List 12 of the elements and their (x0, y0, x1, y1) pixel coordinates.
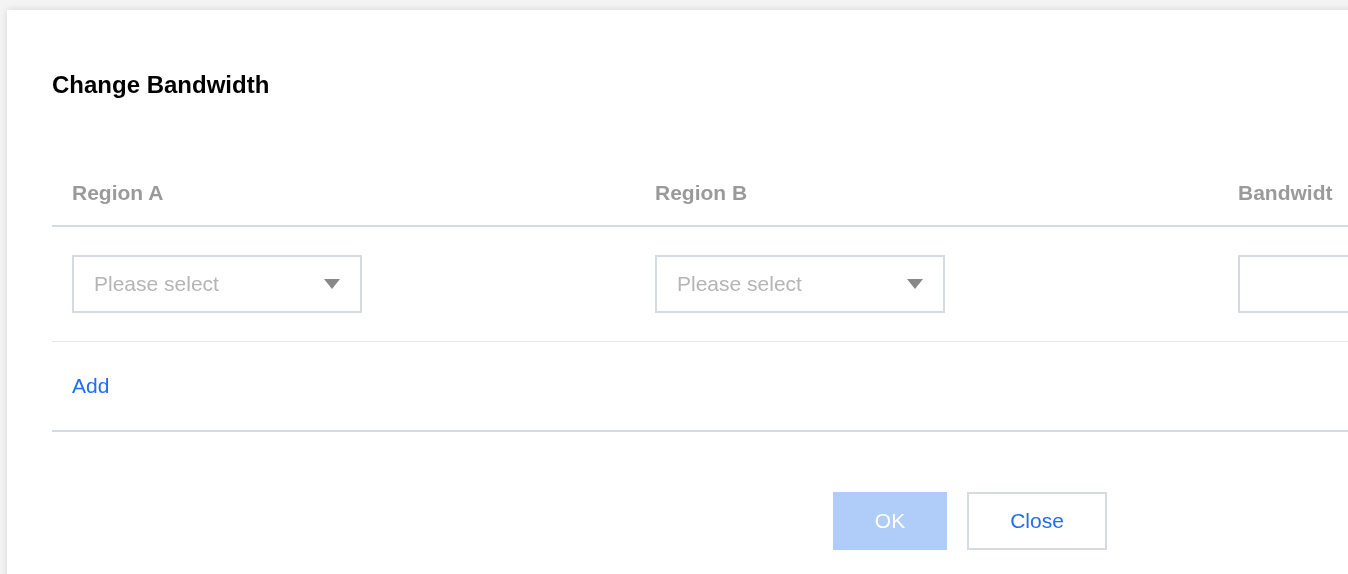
column-header: Region B (654, 179, 748, 206)
dialog-title: Change Bandwidth (52, 70, 270, 100)
select-field[interactable]: Please select (72, 255, 362, 313)
column-header: Bandwidt (1237, 179, 1333, 206)
select-field[interactable]: Please select (655, 255, 945, 313)
caret-icon (907, 279, 923, 289)
add-link[interactable]: Add (72, 370, 110, 402)
column-header: Region A (71, 179, 164, 206)
select-placeholder: Please select (677, 271, 802, 298)
caret-icon (324, 279, 340, 289)
select-placeholder: Please select (94, 271, 219, 298)
close-button[interactable]: Close (967, 492, 1107, 550)
